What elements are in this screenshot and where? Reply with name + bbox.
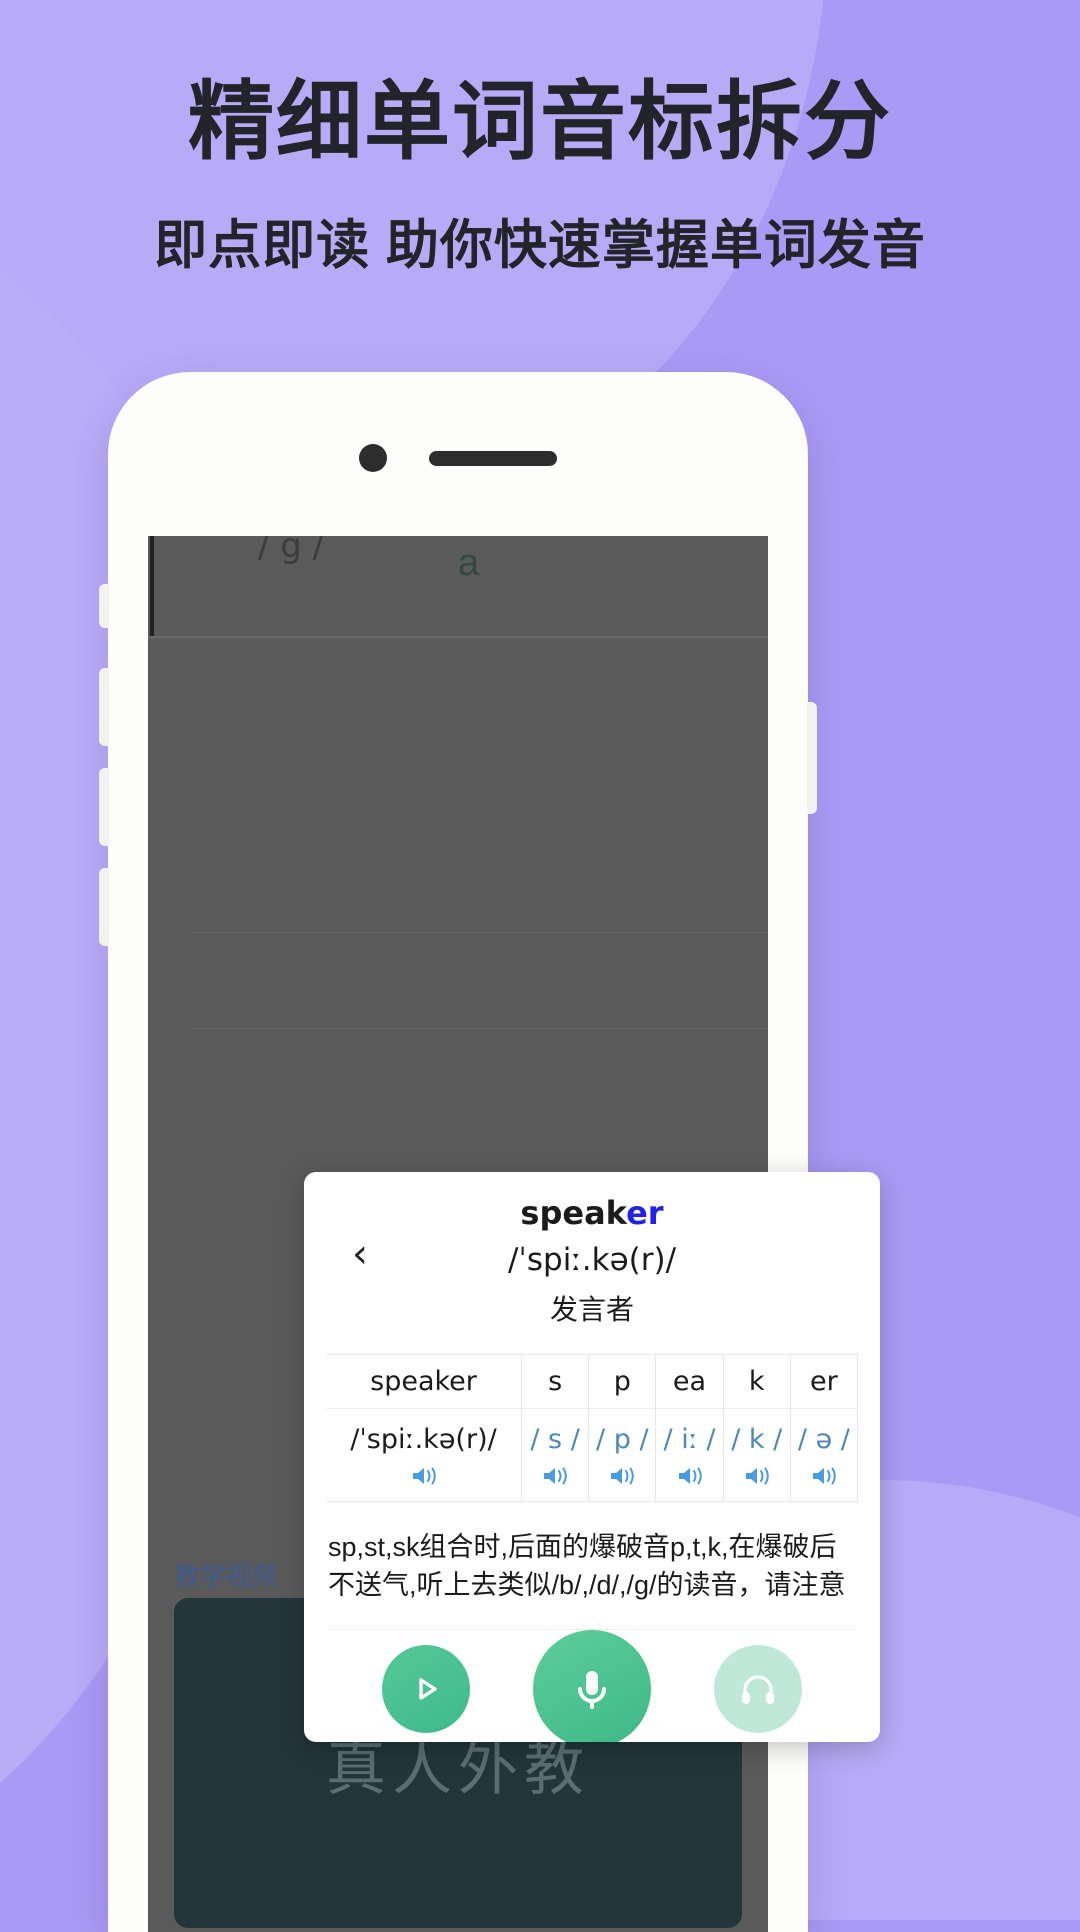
headphones-icon [742,1675,775,1704]
phoneme-play-audio-button[interactable] [411,1465,437,1487]
speaker-icon [544,1467,567,1484]
phone-notch [108,444,808,472]
phoneme-breakdown-table: speaker/ˈspiː.kə(r)/s / s / p / p / ea / iː /… [326,1354,859,1502]
phoneme-ipa: / ə / [797,1423,850,1455]
phoneme-ipa: / s / [530,1423,580,1455]
phone-power-button [807,702,817,814]
promo-text-block: 精细单词音标拆分 即点即读 助你快速掌握单词发音 [0,0,1080,275]
phoneme-cell: / s / [522,1409,588,1501]
phoneme-play-audio-button[interactable] [542,1465,568,1487]
promo-title: 精细单词音标拆分 [188,74,892,170]
background-partial-letter: a [458,542,480,584]
phoneme-cell: / p / [589,1409,655,1501]
phoneme-cell: / iː / [656,1409,722,1501]
modal-header: ‹ speaker /ˈspiː.kə(r)/ 发言者 [304,1172,880,1342]
phoneme-column[interactable]: k / k / [723,1355,791,1502]
record-button[interactable] [532,1629,651,1742]
speaker-icon [412,1467,436,1484]
listen-button[interactable] [714,1644,803,1733]
phoneme-column[interactable]: p / p / [589,1355,657,1502]
speaker-icon [745,1467,769,1484]
microphone-icon [577,1670,606,1709]
phoneme-cell: / ə / [791,1409,857,1501]
phoneme-ipa: / k / [731,1423,783,1455]
phoneme-column[interactable]: er / ə / [790,1355,859,1502]
camera-icon [359,444,387,472]
word-title-suffix: er [626,1194,664,1232]
word-ipa: /ˈspiː.kə(r)/ [507,1242,677,1278]
phoneme-letter: s [522,1355,589,1409]
word-title: speaker [304,1194,880,1232]
chevron-left-icon[interactable]: ‹ [352,1234,368,1274]
promo-subtitle: 即点即读 助你快速掌握单词发音 [154,215,926,275]
phoneme-column[interactable]: ea / iː / [656,1355,724,1502]
phoneme-play-audio-button[interactable] [677,1465,703,1487]
screen-grid-line [190,1028,768,1029]
phoneme-ipa: / p / [596,1423,649,1455]
phoneme-letter: speaker [326,1355,521,1409]
phone-volume-up-button [99,668,109,746]
screen-box-border [148,636,768,638]
phone-mute-switch [99,584,109,628]
teaching-video-link[interactable]: 教学视频 [174,1556,278,1593]
phoneme-letter: p [589,1355,656,1409]
phoneme-play-audio-button[interactable] [744,1465,770,1487]
phoneme-play-audio-button[interactable] [609,1465,635,1487]
phone-mockup: / g / a 教学视频 真人外教 ‹ speaker /ˈspiː.kə(r)… [99,372,880,1932]
speaker-icon [678,1467,702,1484]
modal-action-row [304,1629,880,1742]
pronunciation-note: sp,st,sk组合时,后面的爆破音p,t,k,在爆破后不送气,听上去类似/b/… [328,1528,856,1630]
phoneme-letter: ea [656,1355,723,1409]
phoneme-column[interactable]: s / s / [522,1355,590,1502]
speaker-icon [611,1467,635,1484]
phoneme-cell: /ˈspiː.kə(r)/ [326,1409,521,1501]
background-partial-ipa: / g / [258,536,325,566]
play-icon [418,1677,437,1700]
play-button[interactable] [381,1644,470,1733]
phoneme-ipa: / iː / [663,1423,716,1455]
phone-side-button-extra [99,868,109,946]
word-detail-modal: ‹ speaker /ˈspiː.kə(r)/ 发言者 speaker/ˈspi… [304,1172,880,1742]
word-translation: 发言者 [549,1294,634,1325]
phoneme-column-word[interactable]: speaker/ˈspiː.kə(r)/ [326,1355,522,1502]
screen-left-rule [150,536,154,636]
phone-volume-down-button [99,768,109,846]
phoneme-ipa: /ˈspiː.kə(r)/ [350,1423,497,1455]
earpiece-speaker-icon [429,450,557,466]
word-title-stem: speak [520,1194,627,1232]
screen-grid-line [190,932,768,933]
phoneme-letter: k [723,1355,790,1409]
speaker-icon [812,1467,836,1484]
phoneme-letter: er [790,1355,858,1409]
phoneme-play-audio-button[interactable] [811,1465,837,1487]
phoneme-cell: / k / [724,1409,790,1501]
